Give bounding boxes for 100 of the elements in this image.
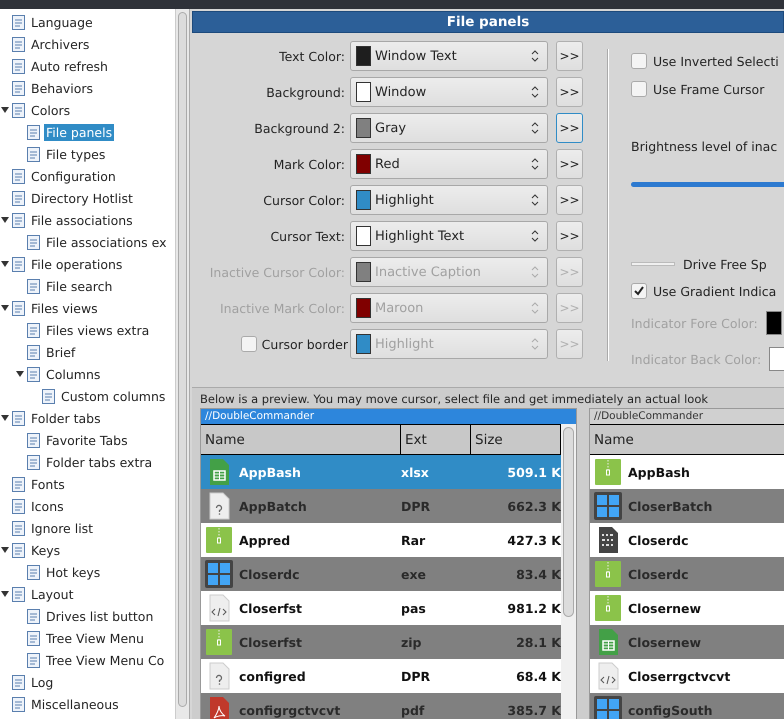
file-ext: DPR: [401, 668, 432, 684]
tree-item[interactable]: Keys: [29, 542, 62, 558]
more-button[interactable]: >>: [556, 41, 583, 71]
tree-item[interactable]: Folder tabs: [29, 410, 103, 426]
color-dropdown[interactable]: Window: [350, 77, 548, 107]
page-icon: [25, 454, 42, 470]
expand-arrow-icon[interactable]: [15, 369, 25, 379]
tree-item[interactable]: Columns: [44, 366, 102, 382]
checkbox-label[interactable]: Use Frame Cursor: [653, 82, 764, 96]
column-header[interactable]: Name: [590, 425, 784, 454]
column-header[interactable]: Name: [201, 425, 401, 454]
tree-item[interactable]: Files views: [29, 300, 100, 316]
field-label: Text Color:: [278, 48, 346, 64]
file-ext: Rar: [401, 532, 426, 548]
tree-item[interactable]: File associations: [29, 212, 135, 228]
expand-arrow-icon[interactable]: [0, 215, 10, 225]
field-label: Background:: [265, 84, 346, 100]
page-icon: [25, 278, 42, 294]
file-size: 385.7 K: [506, 702, 561, 718]
file-row[interactable]: configSouth: [590, 693, 784, 719]
checkbox[interactable]: [631, 81, 647, 97]
file-row[interactable]: CloserBatch: [590, 489, 784, 523]
tree-item[interactable]: Tree View Menu Co: [44, 652, 166, 668]
tree-item[interactable]: Folder tabs extra: [44, 454, 154, 470]
color-dropdown[interactable]: Highlight: [350, 185, 548, 215]
file-name: configrgctvcvt: [239, 702, 340, 718]
color-dropdown[interactable]: Gray: [350, 113, 548, 143]
tree-item[interactable]: File associations ex: [44, 234, 169, 250]
color-dropdown[interactable]: Highlight Text: [350, 221, 548, 251]
color-dropdown[interactable]: Red: [350, 149, 548, 179]
tree-item[interactable]: Behaviors: [29, 80, 96, 96]
more-button[interactable]: >>: [556, 185, 583, 215]
path-bar: //DoubleCommander: [201, 409, 576, 424]
tree-item[interactable]: Fonts: [29, 476, 67, 492]
tree-item[interactable]: Layout: [29, 586, 76, 602]
tree-item[interactable]: Tree View Menu: [44, 630, 146, 646]
spin-arrows-icon: [531, 85, 539, 99]
color-dropdown[interactable]: Window Text: [350, 41, 548, 71]
tree-item[interactable]: Brief: [44, 344, 78, 360]
expand-arrow-icon[interactable]: [0, 105, 10, 115]
brightness-slider[interactable]: [631, 182, 784, 187]
tree-item[interactable]: Favorite Tabs: [44, 432, 130, 448]
more-button[interactable]: >>: [556, 149, 583, 179]
file-row[interactable]: Closernew: [590, 625, 784, 659]
file-name: Closerdc: [628, 566, 688, 582]
tree-item[interactable]: File types: [44, 146, 108, 162]
tree-item[interactable]: File operations: [29, 256, 124, 272]
archive-icon: [594, 594, 622, 622]
file-ext: zip: [401, 634, 423, 650]
tree-item[interactable]: Miscellaneous: [29, 696, 121, 712]
archive-icon: [205, 526, 233, 554]
more-button[interactable]: >>: [556, 77, 583, 107]
checkbox[interactable]: [631, 283, 647, 299]
column-header[interactable]: Ext: [401, 425, 471, 454]
page-icon: [10, 256, 27, 272]
page-icon: [10, 498, 27, 514]
tree-item[interactable]: Files views extra: [44, 322, 152, 338]
file-row[interactable]: Closerfst zip 28.1 K: [201, 625, 561, 659]
tree-item[interactable]: Colors: [29, 102, 72, 118]
file-name: AppBash: [628, 464, 690, 480]
tree-item[interactable]: Language: [29, 14, 95, 30]
tree-item[interactable]: Drives list button: [44, 608, 156, 624]
more-button[interactable]: >>: [556, 221, 583, 251]
tree-item[interactable]: Icons: [29, 498, 66, 514]
scrollbar[interactable]: [561, 424, 576, 719]
file-row[interactable]: AppBatch DPR 662.3 K: [201, 489, 561, 523]
page-icon: [10, 168, 27, 184]
tree-item[interactable]: Archivers: [29, 36, 92, 52]
spin-arrows-icon: [531, 337, 539, 351]
checkbox-label[interactable]: Use Gradient Indica: [653, 284, 776, 298]
file-row[interactable]: Closerdc exe 83.4 K: [201, 557, 561, 591]
tree-item[interactable]: File search: [44, 278, 114, 294]
tree-item[interactable]: File panels: [44, 124, 114, 140]
file-name: AppBatch: [239, 498, 307, 514]
file-size: 427.3 K: [506, 532, 561, 548]
tree-item[interactable]: Configuration: [29, 168, 118, 184]
file-row[interactable]: configrgctvcvt pdf 385.7 K: [201, 693, 561, 719]
tree-item[interactable]: Custom columns: [59, 388, 168, 404]
checkbox-label[interactable]: Use Inverted Selecti: [653, 54, 779, 68]
page-icon: [25, 146, 42, 162]
scrollbar[interactable]: [175, 9, 189, 719]
file-name: Closerdc: [239, 566, 300, 582]
tree-item[interactable]: Directory Hotlist: [29, 190, 135, 206]
checkbox[interactable]: [631, 53, 647, 69]
file-row[interactable]: Closerdc: [590, 557, 784, 591]
file-name: Closernew: [628, 634, 702, 650]
tree-item[interactable]: Log: [29, 674, 56, 690]
expand-arrow-icon[interactable]: [0, 545, 10, 555]
tree-item[interactable]: Hot keys: [44, 564, 102, 580]
expand-arrow-icon[interactable]: [0, 589, 10, 599]
spin-arrows-icon: [531, 121, 539, 135]
file-row[interactable]: AppBash xlsx 509.1 K: [201, 455, 561, 489]
section-header: File panels: [192, 11, 784, 33]
page-icon: [10, 410, 27, 426]
expand-arrow-icon[interactable]: [0, 259, 10, 269]
tree-item[interactable]: Ignore list: [29, 520, 96, 536]
tree-item[interactable]: Auto refresh: [29, 58, 110, 74]
expand-arrow-icon[interactable]: [0, 303, 10, 313]
expand-arrow-icon[interactable]: [0, 413, 10, 423]
more-button[interactable]: >>: [556, 113, 583, 143]
